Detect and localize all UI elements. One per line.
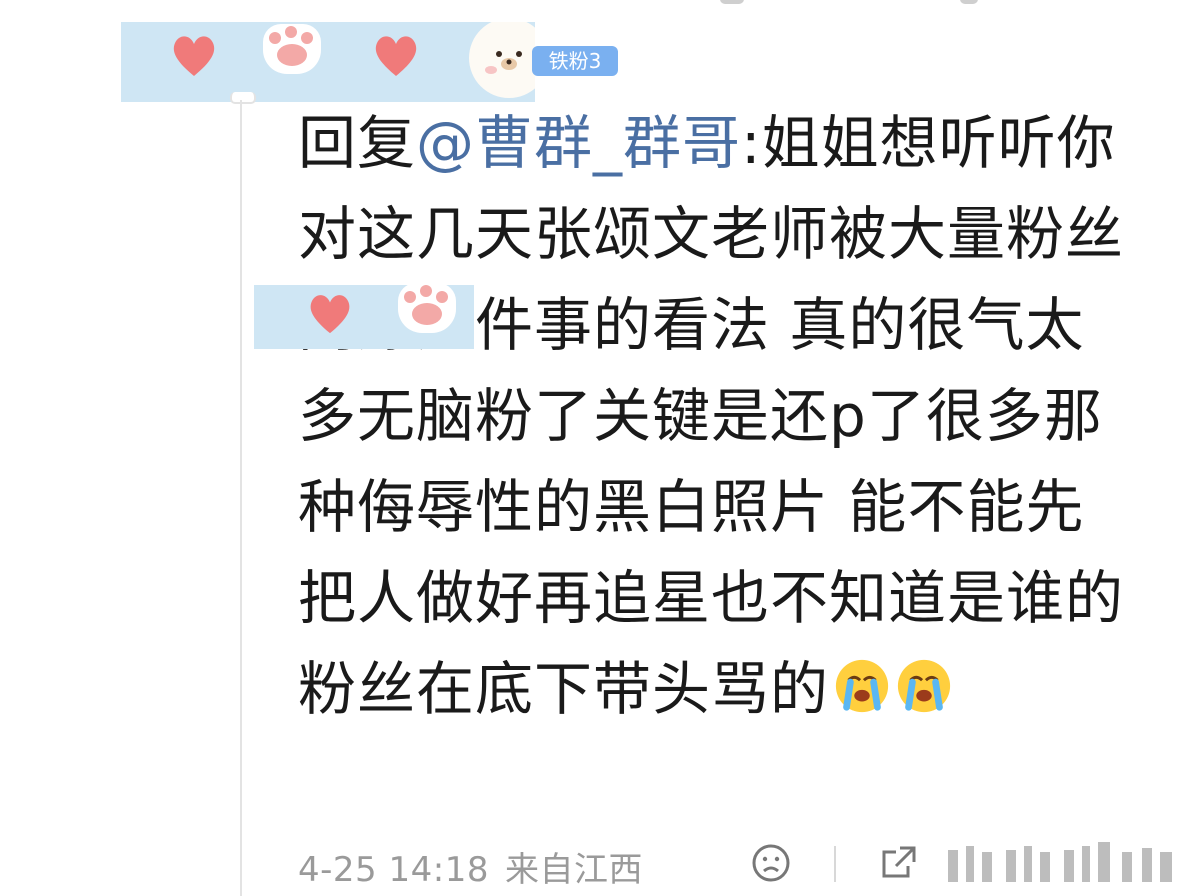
face-icon[interactable]: [750, 842, 792, 884]
comment-meta: 4-25 14:18 来自江西: [298, 842, 659, 891]
top-cropped-text: [720, 0, 744, 4]
heart-icon: [310, 295, 350, 334]
reply-prefix: 回复: [298, 109, 417, 177]
actions-divider: [834, 846, 836, 882]
crying-emoji-icon: [897, 659, 951, 713]
paw-icon: [398, 285, 456, 333]
crying-emoji-icon: [835, 659, 889, 713]
thread-line: [240, 100, 242, 896]
share-icon[interactable]: [878, 842, 920, 884]
comment-body: :姐姐想听听你对这几天张颂文老师被大量粉丝网爆这件事的看法 真的很气太多无脑粉了…: [298, 109, 1125, 723]
comment-date: 4-25 14:18: [298, 850, 489, 890]
privacy-sticker-word: [254, 285, 474, 349]
heart-icon: [173, 36, 215, 76]
thread-connector: [230, 92, 256, 104]
mention-link[interactable]: @曹群_群哥: [416, 109, 741, 177]
fan-level-badge: 铁粉3: [532, 46, 618, 76]
paw-icon: [263, 24, 321, 74]
privacy-sticker-username: [121, 22, 535, 102]
comment-text: 回复@曹群_群哥:姐姐想听听你对这几天张颂文老师被大量粉丝网爆这件事的看法 真的…: [298, 98, 1128, 735]
like-icon[interactable]: [946, 842, 1176, 888]
bear-sticker-icon: [469, 22, 535, 98]
comment-location: 来自江西: [504, 850, 643, 890]
top-cropped-text: [960, 0, 978, 4]
heart-icon: [375, 36, 417, 76]
